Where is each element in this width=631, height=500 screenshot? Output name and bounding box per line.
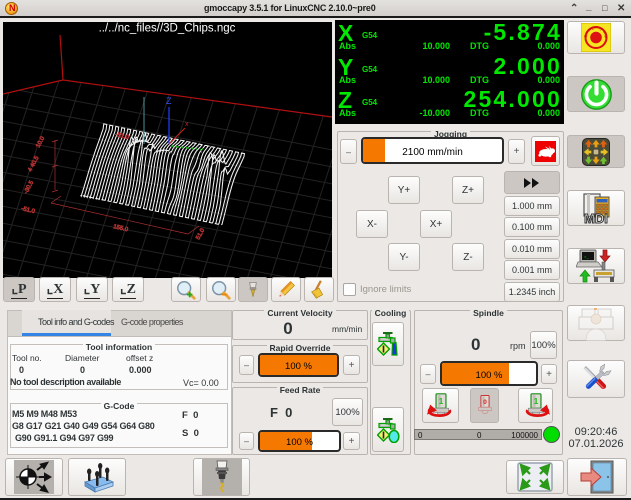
svg-text:1: 1 (533, 397, 538, 406)
svg-text:../../nc_files//3D_Chips.ngc: ../../nc_files//3D_Chips.ngc (99, 23, 236, 35)
svg-text:>_: >_ (584, 254, 589, 259)
svg-text:Y: Y (199, 148, 204, 155)
svg-text:x: x (185, 121, 189, 128)
svg-text:MDI: MDI (584, 211, 608, 225)
svg-text:Z: Z (166, 96, 172, 106)
svg-text:1: 1 (438, 397, 443, 406)
svg-text:0: 0 (483, 399, 487, 406)
